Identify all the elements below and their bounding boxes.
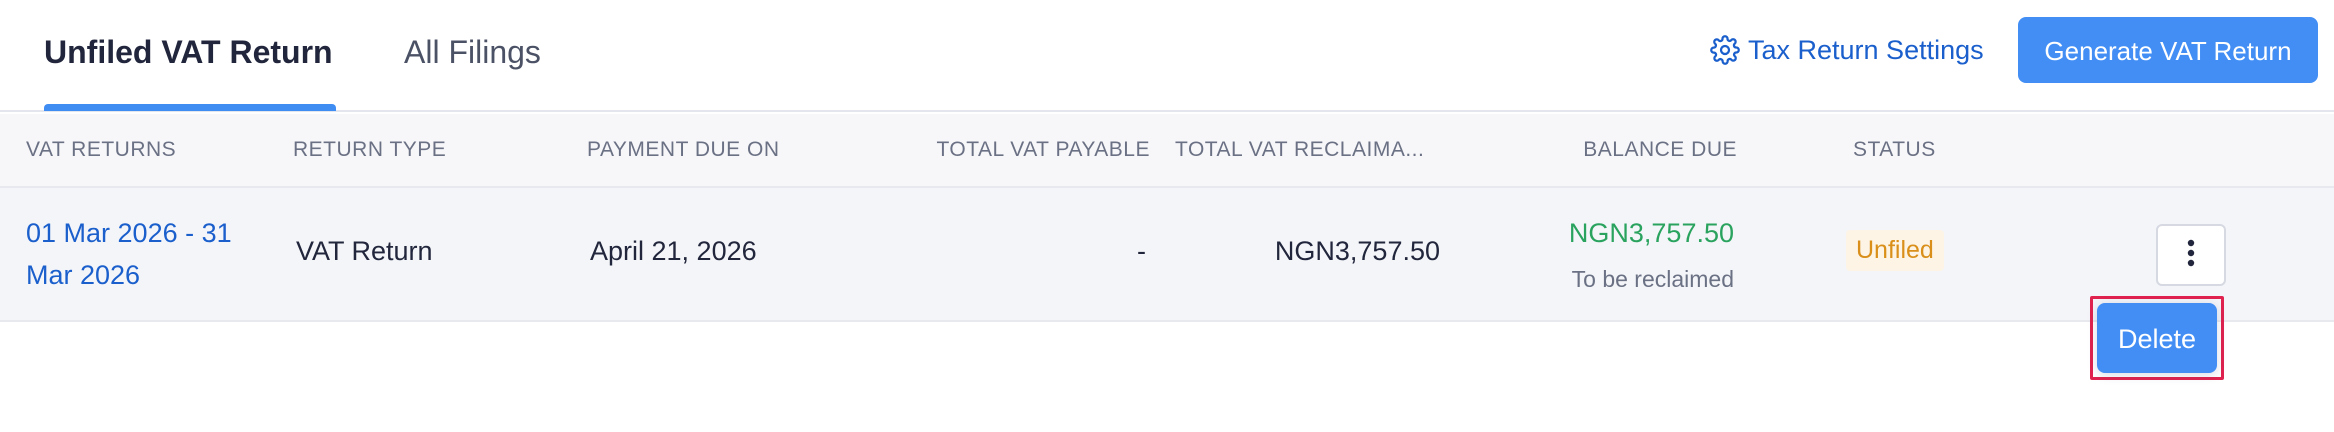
column-header-balance-due: BALANCE DUE <box>1583 138 1737 161</box>
balance-due-note: To be reclaimed <box>1571 266 1734 292</box>
row-actions-button[interactable] <box>2156 224 2226 286</box>
column-header-vat-returns: VAT RETURNS <box>26 138 177 161</box>
table-header: VAT RETURNS RETURN TYPE PAYMENT DUE ON T… <box>0 114 2334 188</box>
column-header-status: STATUS <box>1853 138 1936 161</box>
total-vat-reclaimable-cell: NGN3,757.50 <box>1274 236 1440 266</box>
column-header-return-type: RETURN TYPE <box>293 138 447 161</box>
tax-return-settings-label: Tax Return Settings <box>1748 34 1984 65</box>
more-vertical-icon <box>2186 238 2196 273</box>
active-tab-indicator <box>44 104 336 111</box>
column-header-payment-due-on: PAYMENT DUE ON <box>587 138 780 161</box>
tax-return-settings-link[interactable]: Tax Return Settings <box>1710 28 1984 72</box>
table-row: 01 Mar 2026 - 31 Mar 2026 VAT Return Apr… <box>0 188 2334 322</box>
return-type-cell: VAT Return <box>296 236 433 266</box>
vat-return-period-link[interactable]: 01 Mar 2026 - 31 Mar 2026 <box>26 212 276 296</box>
generate-vat-return-button[interactable]: Generate VAT Return <box>2018 17 2318 83</box>
tab-bar: Unfiled VAT Return All Filings Tax Retur… <box>0 0 2334 112</box>
payment-due-cell: April 21, 2026 <box>590 236 757 266</box>
status-badge: Unfiled <box>1846 230 1944 271</box>
tab-unfiled-vat-return[interactable]: Unfiled VAT Return <box>44 28 333 108</box>
column-header-total-vat-payable: TOTAL VAT PAYABLE <box>936 138 1150 161</box>
gear-icon <box>1710 35 1740 65</box>
column-header-total-vat-reclaimable: TOTAL VAT RECLAIMA... <box>1175 138 1425 161</box>
total-vat-payable-cell: - <box>1137 236 1146 266</box>
delete-button[interactable]: Delete <box>2097 303 2217 373</box>
tab-all-filings[interactable]: All Filings <box>404 28 541 108</box>
balance-due-amount: NGN3,757.50 <box>1568 218 1734 248</box>
